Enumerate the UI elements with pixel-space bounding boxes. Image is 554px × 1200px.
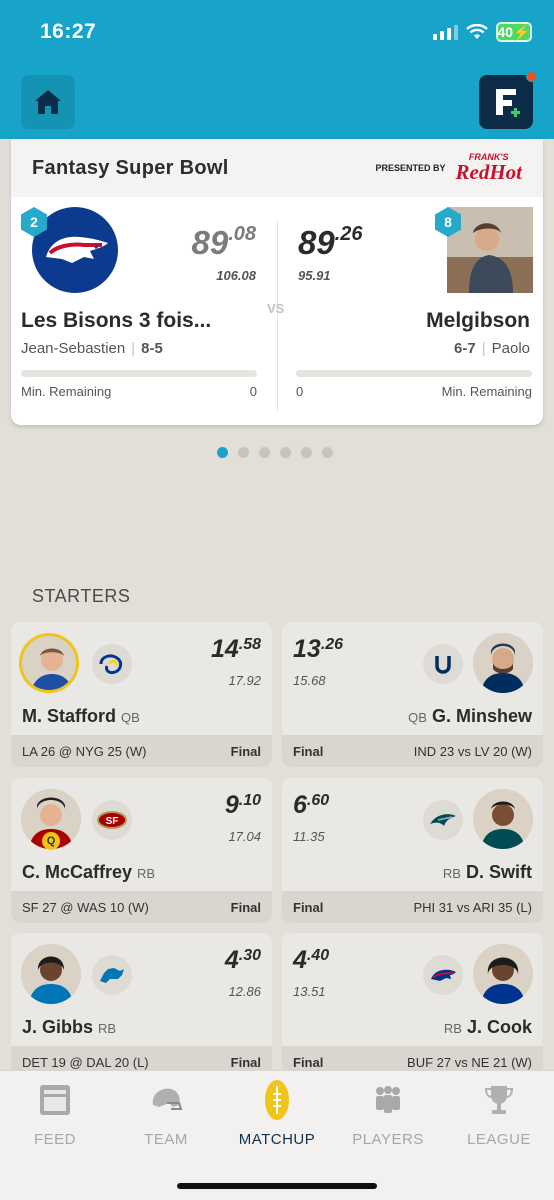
left-team-name[interactable]: Les Bisons 3 fois...: [21, 309, 211, 333]
bills-logo-icon: [423, 955, 463, 995]
svg-text:SF: SF: [106, 816, 119, 827]
left-min-progress: [21, 370, 257, 377]
player-card[interactable]: 13.26 15.68 QB G. Minshew Final IND 23 vs…: [282, 622, 543, 767]
player-name: C. McCaffrey RB: [22, 862, 156, 882]
bottom-tab-bar: FEED TEAM MATCHUP PLAYERS LEAGUE: [0, 1070, 554, 1200]
center-divider: [277, 221, 278, 411]
cellular-signal-icon: [433, 24, 458, 40]
pager-dot[interactable]: [301, 447, 312, 458]
player-avatar: [473, 944, 533, 1004]
right-projected: 95.91: [298, 268, 331, 283]
player-card[interactable]: Q SF 9.10 17.04 C. McCaffrey RB SF 27 @ …: [11, 778, 272, 923]
player-name: QB G. Minshew: [408, 706, 532, 726]
player-card[interactable]: 4.40 13.51 RB J. Cook Final BUF 27 vs NE …: [282, 933, 543, 1078]
f-logo-icon: [496, 89, 520, 117]
player-points: 14.58: [210, 635, 261, 663]
helmet-icon: [149, 1079, 183, 1121]
player-points: 9.10: [224, 791, 261, 819]
starters-heading: STARTERS: [32, 586, 131, 606]
player-name: J. Gibbs RB: [22, 1017, 117, 1037]
pager-dot[interactable]: [280, 447, 291, 458]
status-time: 16:27: [40, 20, 97, 43]
player-avatar: [21, 944, 81, 1004]
player-card[interactable]: 14.58 17.92 M. Stafford QB LA 26 @ NYG 2…: [11, 622, 272, 767]
player-projected: 11.35: [293, 829, 325, 844]
left-team-owner: Jean-Sebastien | 8-5: [21, 340, 163, 357]
player-projected: 12.86: [228, 984, 261, 999]
sponsor-logo: FRANK'S RedHot: [455, 152, 523, 184]
wifi-icon: [466, 24, 488, 39]
home-button[interactable]: [21, 75, 75, 129]
game-result: LA 26 @ NYG 25 (W) Final: [11, 735, 272, 767]
player-name: M. Stafford QB: [22, 706, 140, 726]
right-min-progress: [296, 370, 532, 377]
49ers-logo-icon: SF: [92, 800, 132, 840]
notification-dot: [526, 71, 537, 82]
player-projected: 13.51: [293, 984, 326, 999]
home-icon: [35, 90, 61, 114]
colts-logo-icon: [423, 644, 463, 684]
game-result: Final IND 23 vs LV 20 (W): [282, 735, 543, 767]
player-points: 4.30: [224, 946, 261, 974]
top-bar: 16:27 40 ⚡: [0, 0, 554, 139]
player-projected: 17.04: [228, 829, 261, 844]
game-result: Final PHI 31 vs ARI 35 (L): [282, 891, 543, 923]
player-projected: 17.92: [228, 673, 261, 688]
player-points: 6.60: [293, 791, 330, 819]
right-team-owner: 6-7 | Paolo: [454, 340, 530, 357]
sponsor: PRESENTED BY FRANK'S RedHot: [375, 153, 522, 183]
home-indicator[interactable]: [177, 1183, 377, 1189]
tab-players[interactable]: PLAYERS: [333, 1071, 443, 1161]
right-team-name[interactable]: Melgibson: [426, 309, 530, 333]
player-avatar: [473, 633, 533, 693]
player-name: RB D. Swift: [442, 862, 532, 882]
presented-by-label: PRESENTED BY: [375, 163, 446, 173]
vs-label: VS: [267, 301, 285, 316]
player-card[interactable]: 6.60 11.35 RB D. Swift Final PHI 31 vs AR…: [282, 778, 543, 923]
eagles-logo-icon: [423, 800, 463, 840]
left-score: 89.08: [191, 223, 256, 261]
game-result: SF 27 @ WAS 10 (W) Final: [11, 891, 272, 923]
left-min-remaining: Min. Remaining 0: [21, 384, 257, 399]
matchup-header: Fantasy Super Bowl PRESENTED BY FRANK'S …: [11, 139, 543, 197]
battery-icon: 40 ⚡: [496, 22, 532, 42]
tab-feed[interactable]: FEED: [0, 1071, 110, 1161]
feed-icon: [38, 1079, 72, 1121]
player-points: 13.26: [293, 635, 344, 663]
lions-logo-icon: [92, 955, 132, 995]
pager-dot[interactable]: [238, 447, 249, 458]
matchup-card[interactable]: Fantasy Super Bowl PRESENTED BY FRANK'S …: [11, 139, 543, 425]
left-projected: 106.08: [216, 268, 256, 283]
status-icons: 40 ⚡: [433, 22, 532, 42]
right-min-remaining: 0 Min. Remaining: [296, 384, 532, 399]
pager-dot[interactable]: [217, 447, 228, 458]
matchup-pager[interactable]: [217, 447, 333, 458]
players-icon: [371, 1079, 405, 1121]
questionable-tag: Q: [42, 832, 60, 850]
pager-dot[interactable]: [259, 447, 270, 458]
player-avatar: [473, 789, 533, 849]
tab-league[interactable]: LEAGUE: [444, 1071, 554, 1161]
rams-logo-icon: [92, 644, 132, 684]
right-score: 89.26: [298, 223, 363, 261]
player-projected: 15.68: [293, 673, 326, 688]
football-icon: [263, 1079, 291, 1121]
player-avatar: [19, 633, 79, 693]
tab-team[interactable]: TEAM: [111, 1071, 221, 1161]
player-name: RB J. Cook: [443, 1017, 532, 1037]
matchup-title: Fantasy Super Bowl: [32, 156, 229, 179]
player-card[interactable]: 4.30 12.86 J. Gibbs RB DET 19 @ DAL 20 (…: [11, 933, 272, 1078]
pager-dot[interactable]: [322, 447, 333, 458]
trophy-icon: [484, 1079, 514, 1121]
tab-matchup[interactable]: MATCHUP: [222, 1071, 332, 1161]
fantasy-app-button[interactable]: [479, 71, 537, 129]
player-points: 4.40: [293, 946, 330, 974]
